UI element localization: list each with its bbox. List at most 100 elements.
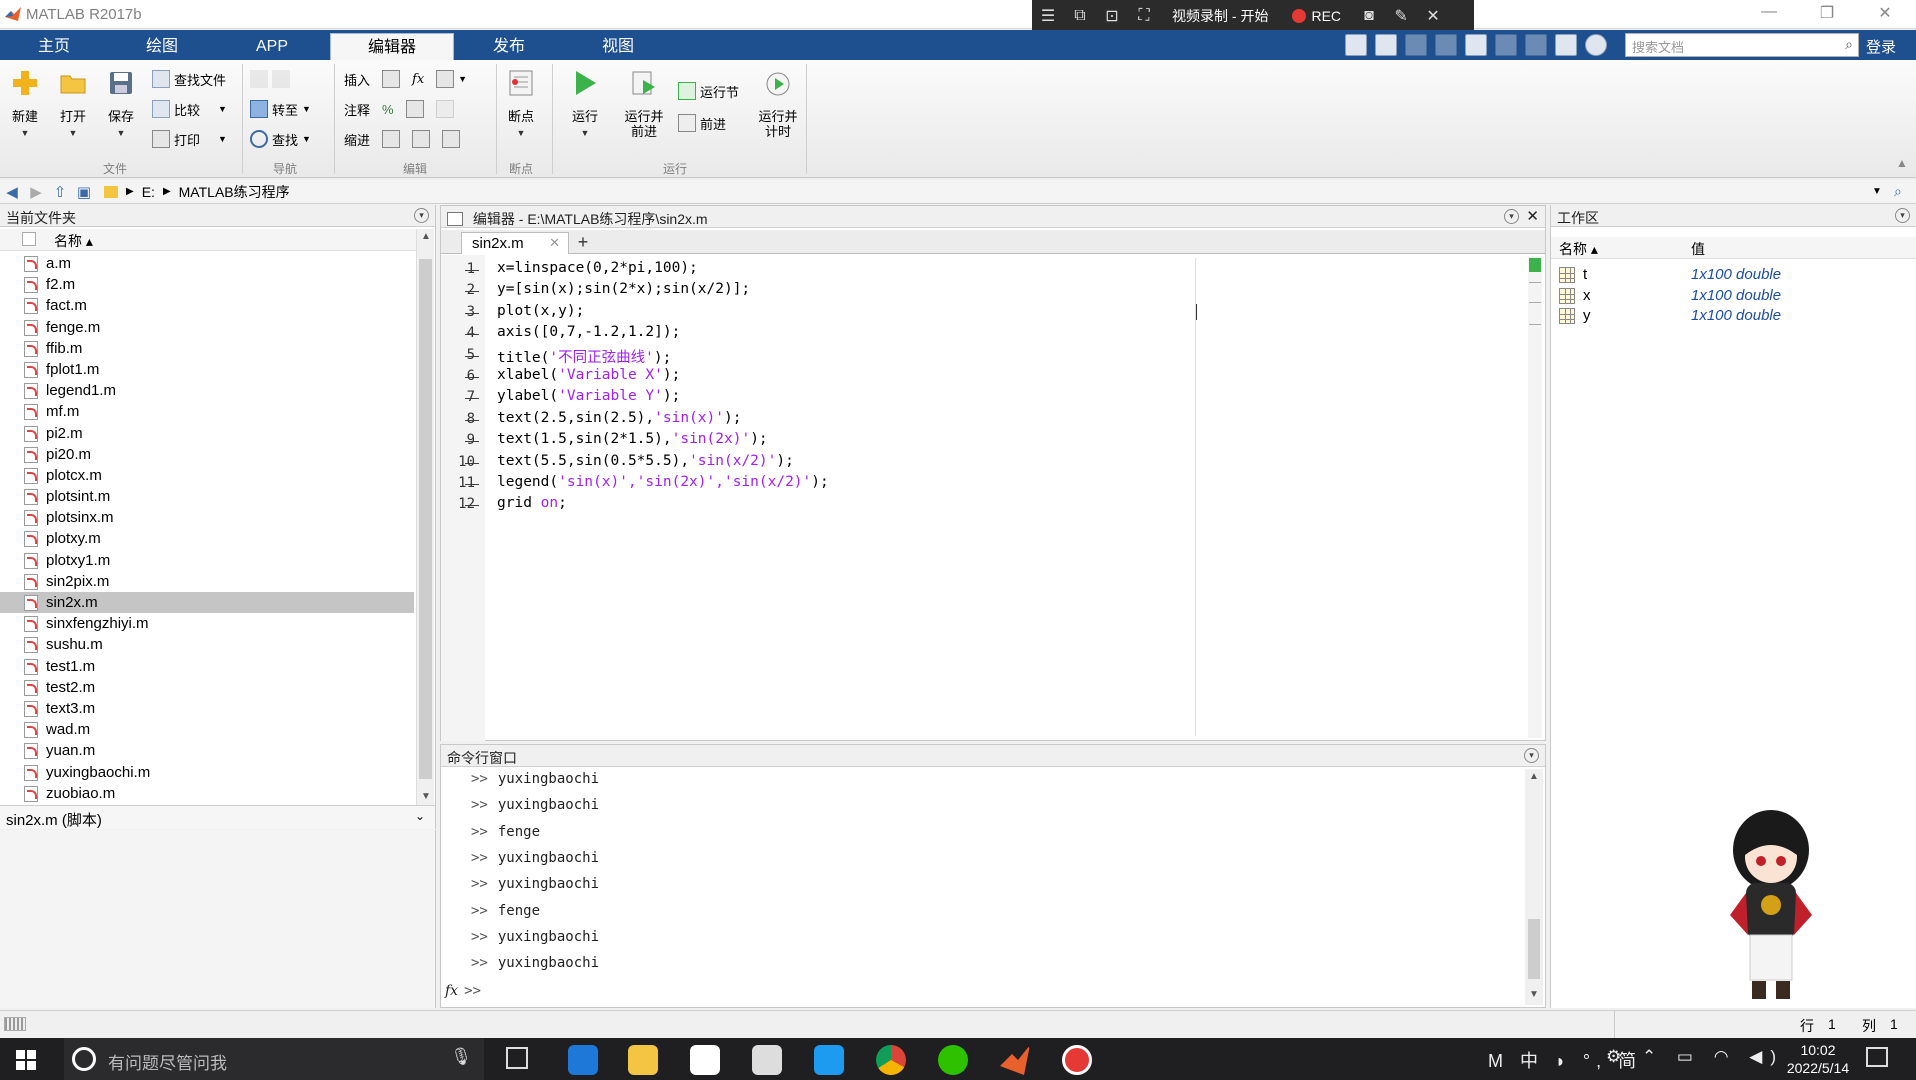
fx-function-browser-icon[interactable]: fx [445,983,458,999]
edge-browser-icon[interactable] [568,1045,598,1075]
path-folder[interactable]: MATLAB练习程序 [179,182,290,202]
file-item[interactable]: fact.m [0,295,414,316]
menu-icon[interactable]: ☰ [1032,6,1064,26]
code-area[interactable]: x=linspace(0,2*pi,100); y=[sin(x);sin(2*x… [485,255,1525,741]
wechat-icon[interactable] [938,1045,968,1075]
notification-center-icon[interactable] [1866,1047,1888,1067]
find-files-button[interactable]: 查找文件 [152,68,226,90]
app-star-icon[interactable] [814,1045,844,1075]
workspace-variable-row[interactable]: y 1x100 double [1551,306,1916,326]
file-explorer-icon[interactable] [628,1045,658,1075]
file-item[interactable]: plotxy1.m [0,550,414,571]
microphone-icon[interactable]: 🎙 [450,1047,472,1067]
code-line[interactable]: text(1.5,sin(2*1.5),'sin(2x)'); [497,431,768,447]
advance-button[interactable]: 前进 [678,112,726,134]
store-icon[interactable] [690,1045,720,1075]
new-tab-button[interactable]: + [572,233,594,253]
fx-icon[interactable]: fx [412,72,424,87]
workspace-variable-row[interactable]: t 1x100 double [1551,265,1916,285]
run-button[interactable]: 运行 ▼ [562,68,608,138]
code-analyzer-bar[interactable] [1528,258,1542,738]
file-item[interactable]: zuobiao.m [0,783,414,804]
open-dropdown-icon[interactable]: ▼ [50,128,96,138]
matlab-taskbar-icon[interactable] [1000,1045,1030,1075]
undo-quick-icon[interactable] [1495,34,1517,56]
comment-button[interactable]: 注释% [344,98,454,120]
file-item[interactable]: plotsint.m [0,486,414,507]
file-item[interactable]: sin2pix.m [0,571,414,592]
code-line[interactable]: x=linspace(0,2*pi,100); [497,260,698,276]
goto-button[interactable]: 转至 ▼ [250,98,311,120]
run-and-advance-button[interactable]: 运行并 前进 [618,68,670,139]
tab-editor[interactable]: 编辑器 [330,33,454,60]
file-item[interactable]: pi20.m [0,444,414,465]
editor-close-icon[interactable]: ✕ [1526,207,1539,225]
editor-tab-sin2x[interactable]: sin2x.m ✕ [461,232,569,254]
file-item[interactable]: text3.m [0,698,414,719]
tab-plots[interactable]: 绘图 [108,33,216,60]
insert-button[interactable]: 插入 fx ▼ [344,68,467,90]
collapse-ribbon-icon[interactable]: ▲ [1896,156,1910,170]
breakpoint-marker[interactable]: — [465,347,479,363]
breakpoints-button[interactable]: 断点 ▼ [498,68,544,138]
code-line[interactable]: text(5.5,sin(0.5*5.5),'sin(x/2)'); [497,453,794,469]
search-documentation-input[interactable]: 搜索文档 ⌕ [1625,33,1859,57]
file-item[interactable]: yuan.m [0,740,414,761]
uncomment-icon[interactable] [405,100,424,118]
scroll-thumb[interactable] [419,259,432,779]
tab-apps[interactable]: APP [218,33,326,60]
breakpoint-marker[interactable]: — [465,325,479,341]
workspace-name-header[interactable]: 名称 ▴ [1559,239,1598,259]
breakpoint-marker[interactable]: — [465,304,479,320]
find-button[interactable]: 查找 ▼ [250,128,311,150]
task-view-icon[interactable] [506,1047,528,1069]
help-icon[interactable] [1585,34,1607,56]
restore-button[interactable]: ❐ [1804,3,1850,25]
file-item[interactable]: plotcx.m [0,465,414,486]
run-section-button[interactable]: 运行节 [678,80,739,102]
scroll-down-icon[interactable]: ▼ [421,791,431,802]
file-item[interactable]: fenge.m [0,317,414,338]
name-column-header[interactable]: 名称 ▴ [54,231,93,251]
scroll-up-icon[interactable]: ▲ [421,231,431,242]
open-button[interactable]: 打开 ▼ [50,68,96,138]
new-button[interactable]: 新建 ▼ [2,68,48,138]
file-item[interactable]: pi2.m [0,423,414,444]
increase-indent-icon[interactable] [412,130,431,148]
tab-publish[interactable]: 发布 [456,33,562,60]
insert-dropdown-icon[interactable]: ▼ [458,74,467,84]
details-bar[interactable]: sin2x.m (脚本) ⌄ [0,805,436,829]
breakpoint-marker[interactable]: — [465,282,479,298]
breakpoint-marker[interactable]: — [465,261,479,277]
address-search-icon[interactable]: ⌕ [1894,183,1902,200]
file-item[interactable]: legend1.m [0,380,414,401]
fullscreen-capture-icon[interactable]: ⛶ [1128,7,1160,25]
tab-home[interactable]: 主页 [2,33,106,60]
back-nav-button[interactable] [250,68,290,90]
redo-quick-icon[interactable] [1525,34,1547,56]
region-capture-icon[interactable]: ⊡ [1096,6,1128,26]
camera-icon[interactable]: ◙ [1353,7,1385,25]
scroll-down-icon[interactable]: ▼ [1529,989,1539,1000]
workspace-value-header[interactable]: 值 [1691,239,1705,259]
percent-icon[interactable]: % [382,102,394,117]
save-quick-icon[interactable] [1375,34,1397,56]
file-item[interactable]: mf.m [0,401,414,422]
workspace-menu-icon[interactable]: ▾ [1895,208,1910,223]
breakpoint-marker[interactable]: — [465,411,479,427]
close-window-button[interactable]: ✕ [1862,3,1908,25]
editor-menu-icon[interactable]: ▾ [1504,209,1519,224]
file-item[interactable]: ffib.m [0,338,414,359]
breakpoint-marker[interactable]: — [465,475,479,491]
breakpoint-marker[interactable]: — [465,454,479,470]
wrap-comment-icon[interactable] [435,100,454,118]
run-dropdown-icon[interactable]: ▼ [562,128,608,138]
indent-button[interactable]: 缩进 [344,128,461,150]
tab-view[interactable]: 视图 [564,33,672,60]
address-dropdown-icon[interactable]: ▼ [1872,186,1882,197]
folder-scrollbar[interactable]: ▲ ▼ [416,229,434,809]
file-item[interactable]: wad.m [0,719,414,740]
file-item[interactable]: plotsinx.m [0,507,414,528]
login-link[interactable]: 登录 [1866,36,1896,57]
breakpoint-marker[interactable]: — [465,496,479,512]
